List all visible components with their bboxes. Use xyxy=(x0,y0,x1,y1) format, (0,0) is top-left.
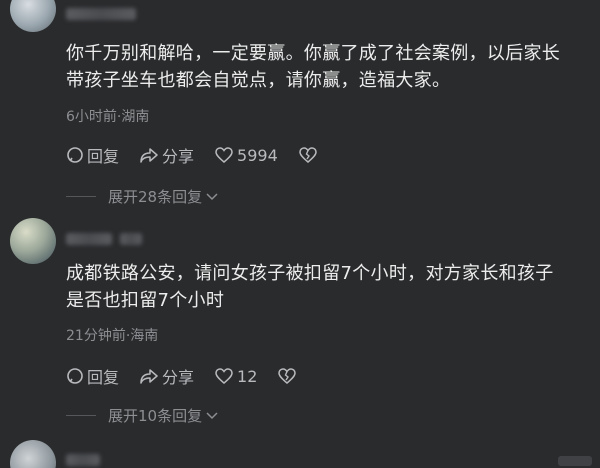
share-icon xyxy=(140,369,158,384)
comment-actions: 回复 分享 12 xyxy=(66,364,320,388)
reply-button[interactable]: 回复 xyxy=(66,143,119,167)
comment-text-line: 成都铁路公安，请问女孩子被扣留7个小时，对方家长和孩子 xyxy=(66,263,554,284)
expand-replies[interactable]: 展开10条回复 xyxy=(66,405,218,426)
comment-actions: 回复 分享 5994 xyxy=(66,143,341,167)
reply-button[interactable]: 回复 xyxy=(66,364,119,388)
dislike-button[interactable] xyxy=(298,146,321,164)
reply-icon xyxy=(67,147,83,163)
reply-label: 回复 xyxy=(87,368,120,387)
dislike-icon xyxy=(298,147,317,163)
share-icon xyxy=(140,148,158,163)
dislike-icon xyxy=(278,368,297,384)
expand-label: 展开10条回复 xyxy=(108,407,203,425)
dislike-button[interactable] xyxy=(277,367,300,385)
expand-label: 展开28条回复 xyxy=(108,188,203,206)
share-label: 分享 xyxy=(162,147,195,166)
like-count: 5994 xyxy=(237,145,278,165)
like-icon xyxy=(215,368,233,384)
avatar[interactable] xyxy=(10,0,56,32)
reply-label: 回复 xyxy=(87,147,120,166)
divider xyxy=(66,196,96,197)
like-button[interactable]: 12 xyxy=(214,367,257,386)
username-blurred xyxy=(120,233,142,245)
expand-replies[interactable]: 展开28条回复 xyxy=(66,186,218,207)
share-label: 分享 xyxy=(162,368,195,387)
share-button[interactable]: 分享 xyxy=(139,364,194,388)
chevron-down-icon xyxy=(206,192,218,200)
comment-text-line: 带孩子坐车也都会自觉点，请你赢，造福大家。 xyxy=(66,70,451,91)
comment-text: 成都铁路公安，请问女孩子被扣留7个小时，对方家长和孩子 是否也扣留7个小时 xyxy=(66,260,586,314)
comment-text-line: 是否也扣留7个小时 xyxy=(66,290,225,311)
reply-icon xyxy=(67,368,83,384)
chevron-down-icon xyxy=(206,411,218,419)
username-blurred[interactable] xyxy=(66,8,136,20)
avatar[interactable] xyxy=(10,218,56,264)
comment-text-line: 你千万别和解哈，一定要赢。你赢了成了社会案例，以后家长 xyxy=(66,43,561,64)
avatar[interactable] xyxy=(10,440,56,468)
comment-text: 你千万别和解哈，一定要赢。你赢了成了社会案例，以后家长 带孩子坐车也都会自觉点，… xyxy=(66,40,586,94)
like-count: 12 xyxy=(237,366,258,386)
share-button[interactable]: 分享 xyxy=(139,143,194,167)
divider xyxy=(66,415,96,416)
username-blurred[interactable] xyxy=(66,233,112,245)
username-blurred[interactable] xyxy=(66,454,100,466)
like-icon xyxy=(215,147,233,163)
comment-meta: 6小时前·湖南 xyxy=(66,109,150,125)
comment-meta: 21分钟前·海南 xyxy=(66,328,159,344)
watermark xyxy=(558,456,592,466)
like-button[interactable]: 5994 xyxy=(214,146,278,165)
